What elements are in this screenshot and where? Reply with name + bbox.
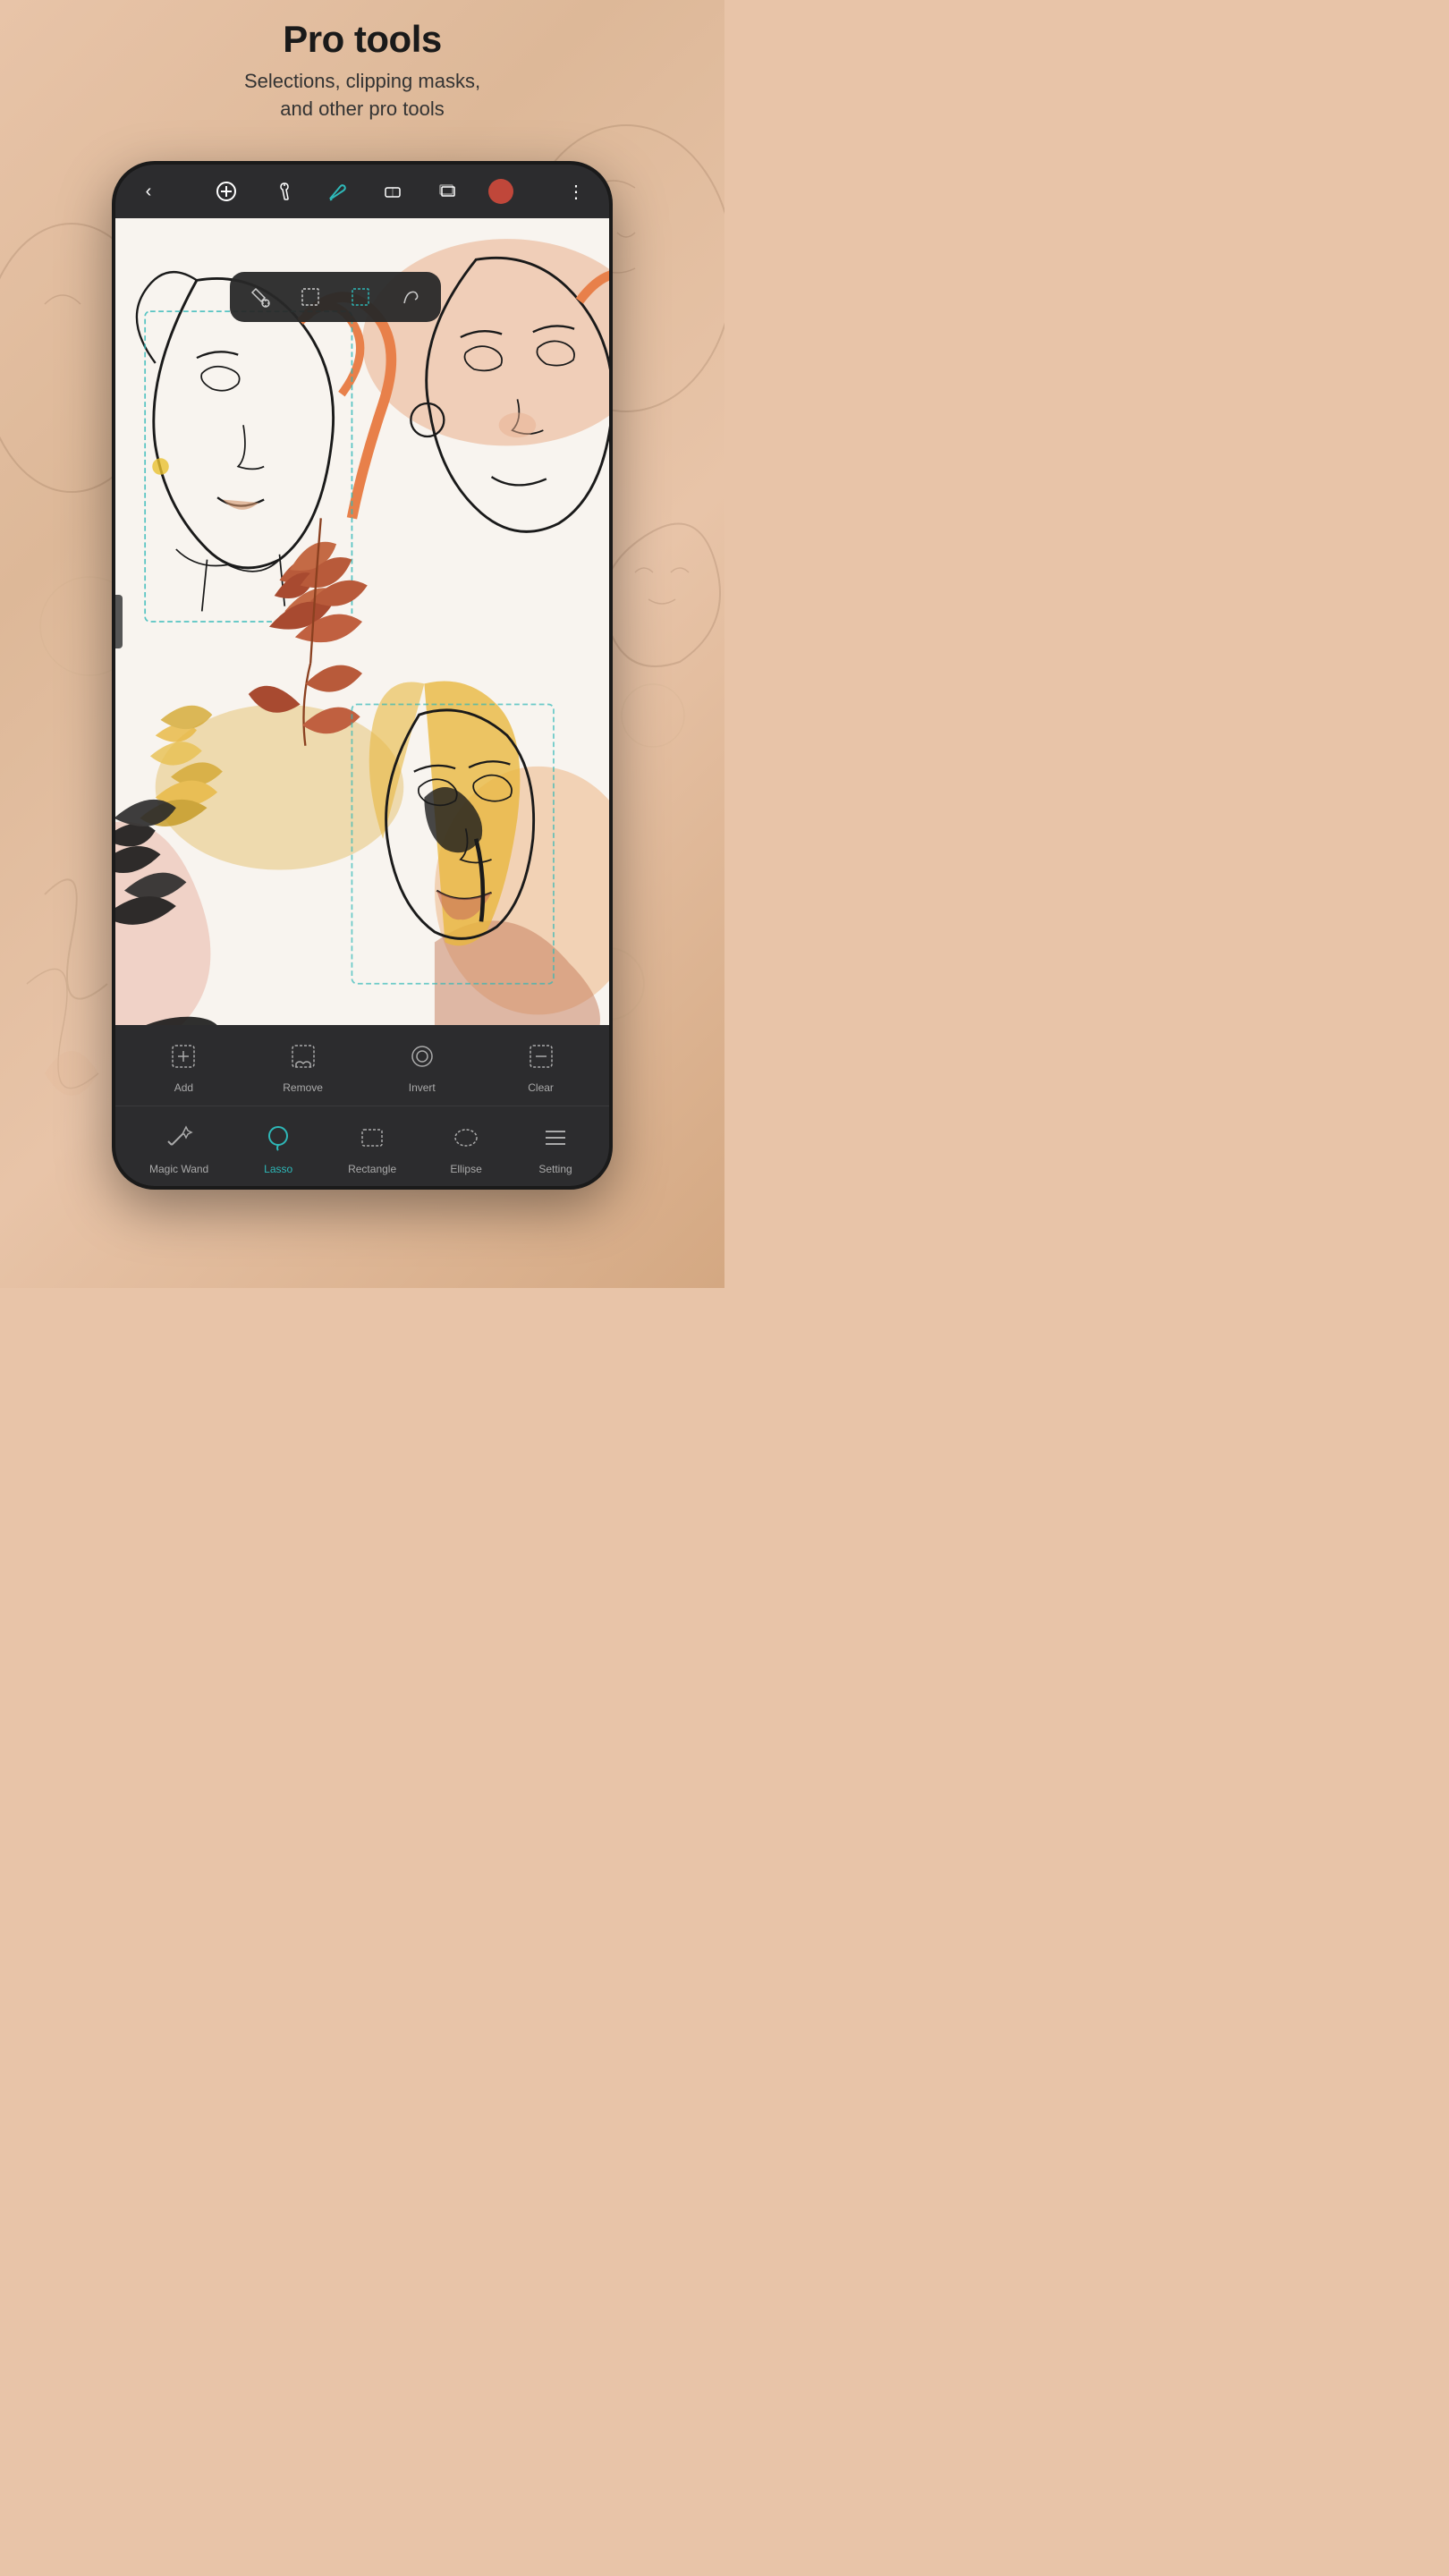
side-handle — [115, 595, 123, 648]
rectangle-tool[interactable]: Rectangle — [348, 1118, 396, 1175]
top-toolbar: ‹ ⋮ — [115, 165, 609, 218]
invert-action-icon — [402, 1037, 442, 1076]
device-inner: ‹ ⋮ — [115, 165, 609, 1186]
lasso-label: Lasso — [264, 1163, 292, 1175]
more-button[interactable]: ⋮ — [561, 176, 591, 207]
color-picker[interactable] — [488, 179, 513, 204]
flood-fill-tool[interactable] — [244, 281, 276, 313]
layers-button[interactable] — [433, 176, 463, 207]
ellipse-icon — [446, 1118, 486, 1157]
freehand-tool[interactable] — [394, 281, 427, 313]
clear-action[interactable]: Clear — [521, 1037, 561, 1094]
add-action[interactable]: Add — [164, 1037, 203, 1094]
app-screen: ‹ ⋮ — [115, 165, 609, 1186]
remove-label: Remove — [283, 1081, 323, 1094]
bottom-action-bar: Add Remove Invert — [115, 1025, 609, 1106]
rectangle-icon — [352, 1118, 392, 1157]
setting-label: Setting — [538, 1163, 572, 1175]
bottom-tool-bar: Magic Wand Lasso Rectangle — [115, 1106, 609, 1186]
page-title: Pro tools — [0, 18, 724, 61]
rect-select-tool[interactable] — [294, 281, 326, 313]
remove-action-icon — [284, 1037, 323, 1076]
brush-button[interactable] — [322, 176, 352, 207]
ellipse-label: Ellipse — [450, 1163, 481, 1175]
canvas-artwork — [115, 218, 609, 1025]
canvas-area[interactable] — [115, 218, 609, 1025]
magic-wand-label: Magic Wand — [149, 1163, 208, 1175]
selection-popup — [230, 272, 441, 322]
page-subtitle: Selections, clipping masks,and other pro… — [0, 68, 724, 123]
lasso-tool[interactable]: Lasso — [258, 1118, 298, 1175]
invert-action[interactable]: Invert — [402, 1037, 442, 1094]
setting-icon — [536, 1118, 575, 1157]
device-frame: ‹ ⋮ — [112, 161, 613, 1190]
clear-action-icon — [521, 1037, 561, 1076]
page-header: Pro tools Selections, clipping masks,and… — [0, 18, 724, 123]
invert-label: Invert — [409, 1081, 436, 1094]
magic-wand-icon — [159, 1118, 199, 1157]
add-action-icon — [164, 1037, 203, 1076]
add-label: Add — [174, 1081, 193, 1094]
add-button[interactable] — [211, 176, 242, 207]
ellipse-tool[interactable]: Ellipse — [446, 1118, 486, 1175]
lasso-select-tool[interactable] — [344, 281, 377, 313]
eraser-button[interactable] — [377, 176, 408, 207]
remove-action[interactable]: Remove — [283, 1037, 323, 1094]
magic-wand-tool[interactable]: Magic Wand — [149, 1118, 208, 1175]
rectangle-label: Rectangle — [348, 1163, 396, 1175]
back-button[interactable]: ‹ — [133, 176, 164, 207]
wrench-button[interactable] — [267, 176, 297, 207]
setting-tool[interactable]: Setting — [536, 1118, 575, 1175]
clear-label: Clear — [528, 1081, 554, 1094]
lasso-icon — [258, 1118, 298, 1157]
